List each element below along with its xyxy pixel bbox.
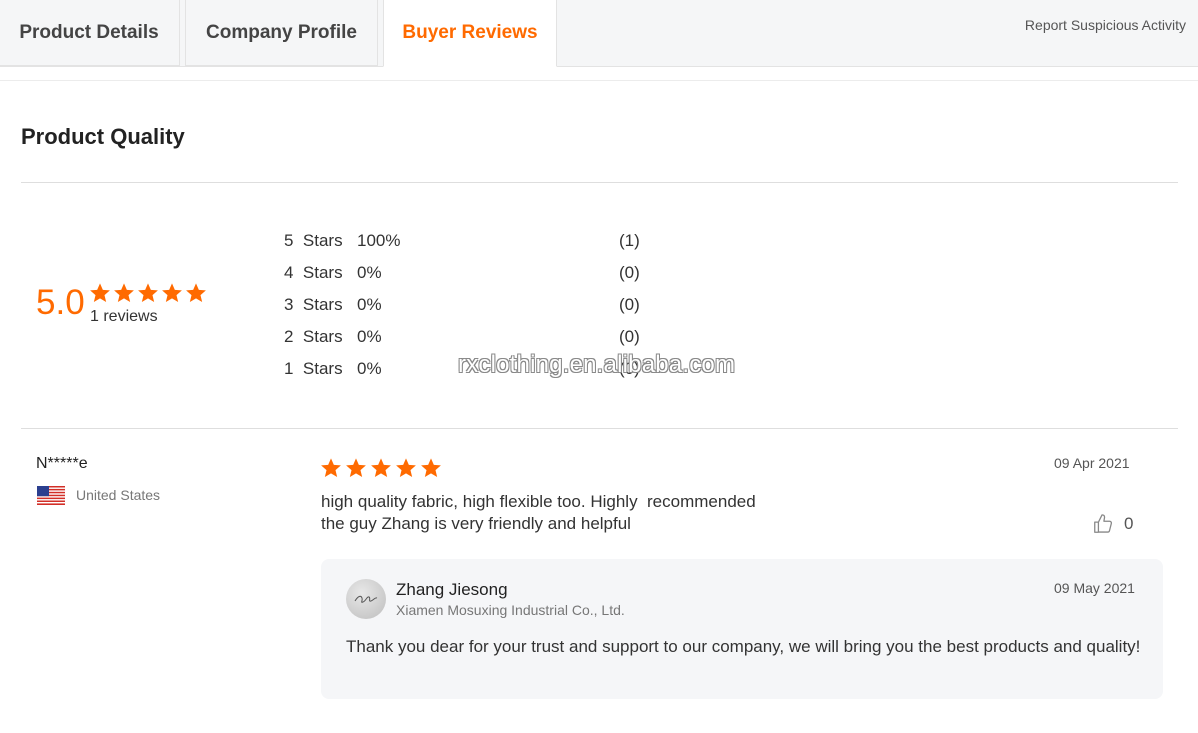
distribution-label: 1 Stars [284,359,343,378]
distribution-row: 3 Stars 0% (0) [284,295,664,327]
reviewer-name: N*****e [36,455,88,472]
distribution-row: 5 Stars 100% (1) [284,231,664,263]
review-text-line: high quality fabric, high flexible too. … [321,492,756,511]
reply-date: 09 May 2021 [1054,580,1135,596]
reviewer-country: United States [76,487,161,503]
distribution-label: 2 Stars [284,327,343,346]
reply-company: Xiamen Mosuxing Industrial Co., Ltd. [396,602,625,618]
star-icon [186,283,206,302]
distribution-count: (1) [619,231,640,250]
average-rating-stars [89,282,207,304]
star-icon [321,458,341,477]
tab-product-details[interactable]: Product Details [0,0,180,66]
average-score: 5.0 [36,283,85,322]
distribution-label: 3 Stars [284,295,343,314]
distribution-label: 5 Stars [284,231,343,250]
tab-company-profile[interactable]: Company Profile [185,0,378,66]
divider [21,428,1178,429]
distribution-percent: 0% [357,327,382,346]
distribution-count: (0) [619,295,640,314]
avatar [346,579,386,619]
tab-bar: Product Details Company Profile Buyer Re… [0,0,1198,67]
supplier-reply: Zhang Jiesong Xiamen Mosuxing Industrial… [321,559,1163,699]
review-rating-stars [320,457,442,479]
reply-text: Thank you dear for your trust and suppor… [346,637,1141,656]
distribution-count: (0) [619,327,640,346]
review-text: high quality fabric, high flexible too. … [321,491,756,535]
signature-avatar-image [354,595,378,603]
section-title: Product Quality [21,124,185,149]
distribution-percent: 0% [357,359,382,378]
us-flag-icon [37,486,65,505]
distribution-percent: 0% [357,295,382,314]
review-date: 09 Apr 2021 [1054,455,1130,471]
divider [21,182,1178,183]
like-count: 0 [1124,514,1134,533]
buyer-reviews-page: Product Details Company Profile Buyer Re… [0,0,1198,733]
distribution-count: (0) [619,263,640,282]
star-icon [396,458,416,477]
star-icon [421,458,441,477]
star-icon [346,458,366,477]
star-icon [138,283,158,302]
report-suspicious-activity-link[interactable]: Report Suspicious Activity [1025,17,1186,33]
like-button[interactable]: 0 [1092,513,1133,535]
star-icon [90,283,110,302]
watermark: rxclothing.en.alibaba.com [458,351,736,378]
divider [0,80,1198,81]
reply-author-name: Zhang Jiesong [396,580,508,599]
distribution-label: 4 Stars [284,263,343,282]
reviews-count: 1 reviews [90,308,158,325]
star-icon [371,458,391,477]
distribution-percent: 100% [357,231,401,250]
distribution-percent: 0% [357,263,382,282]
review-text-line: the guy Zhang is very friendly and helpf… [321,514,631,533]
star-icon [162,283,182,302]
star-icon [114,283,134,302]
thumbs-up-icon[interactable] [1092,513,1114,535]
tab-buyer-reviews[interactable]: Buyer Reviews [383,0,557,67]
distribution-row: 4 Stars 0% (0) [284,263,664,295]
